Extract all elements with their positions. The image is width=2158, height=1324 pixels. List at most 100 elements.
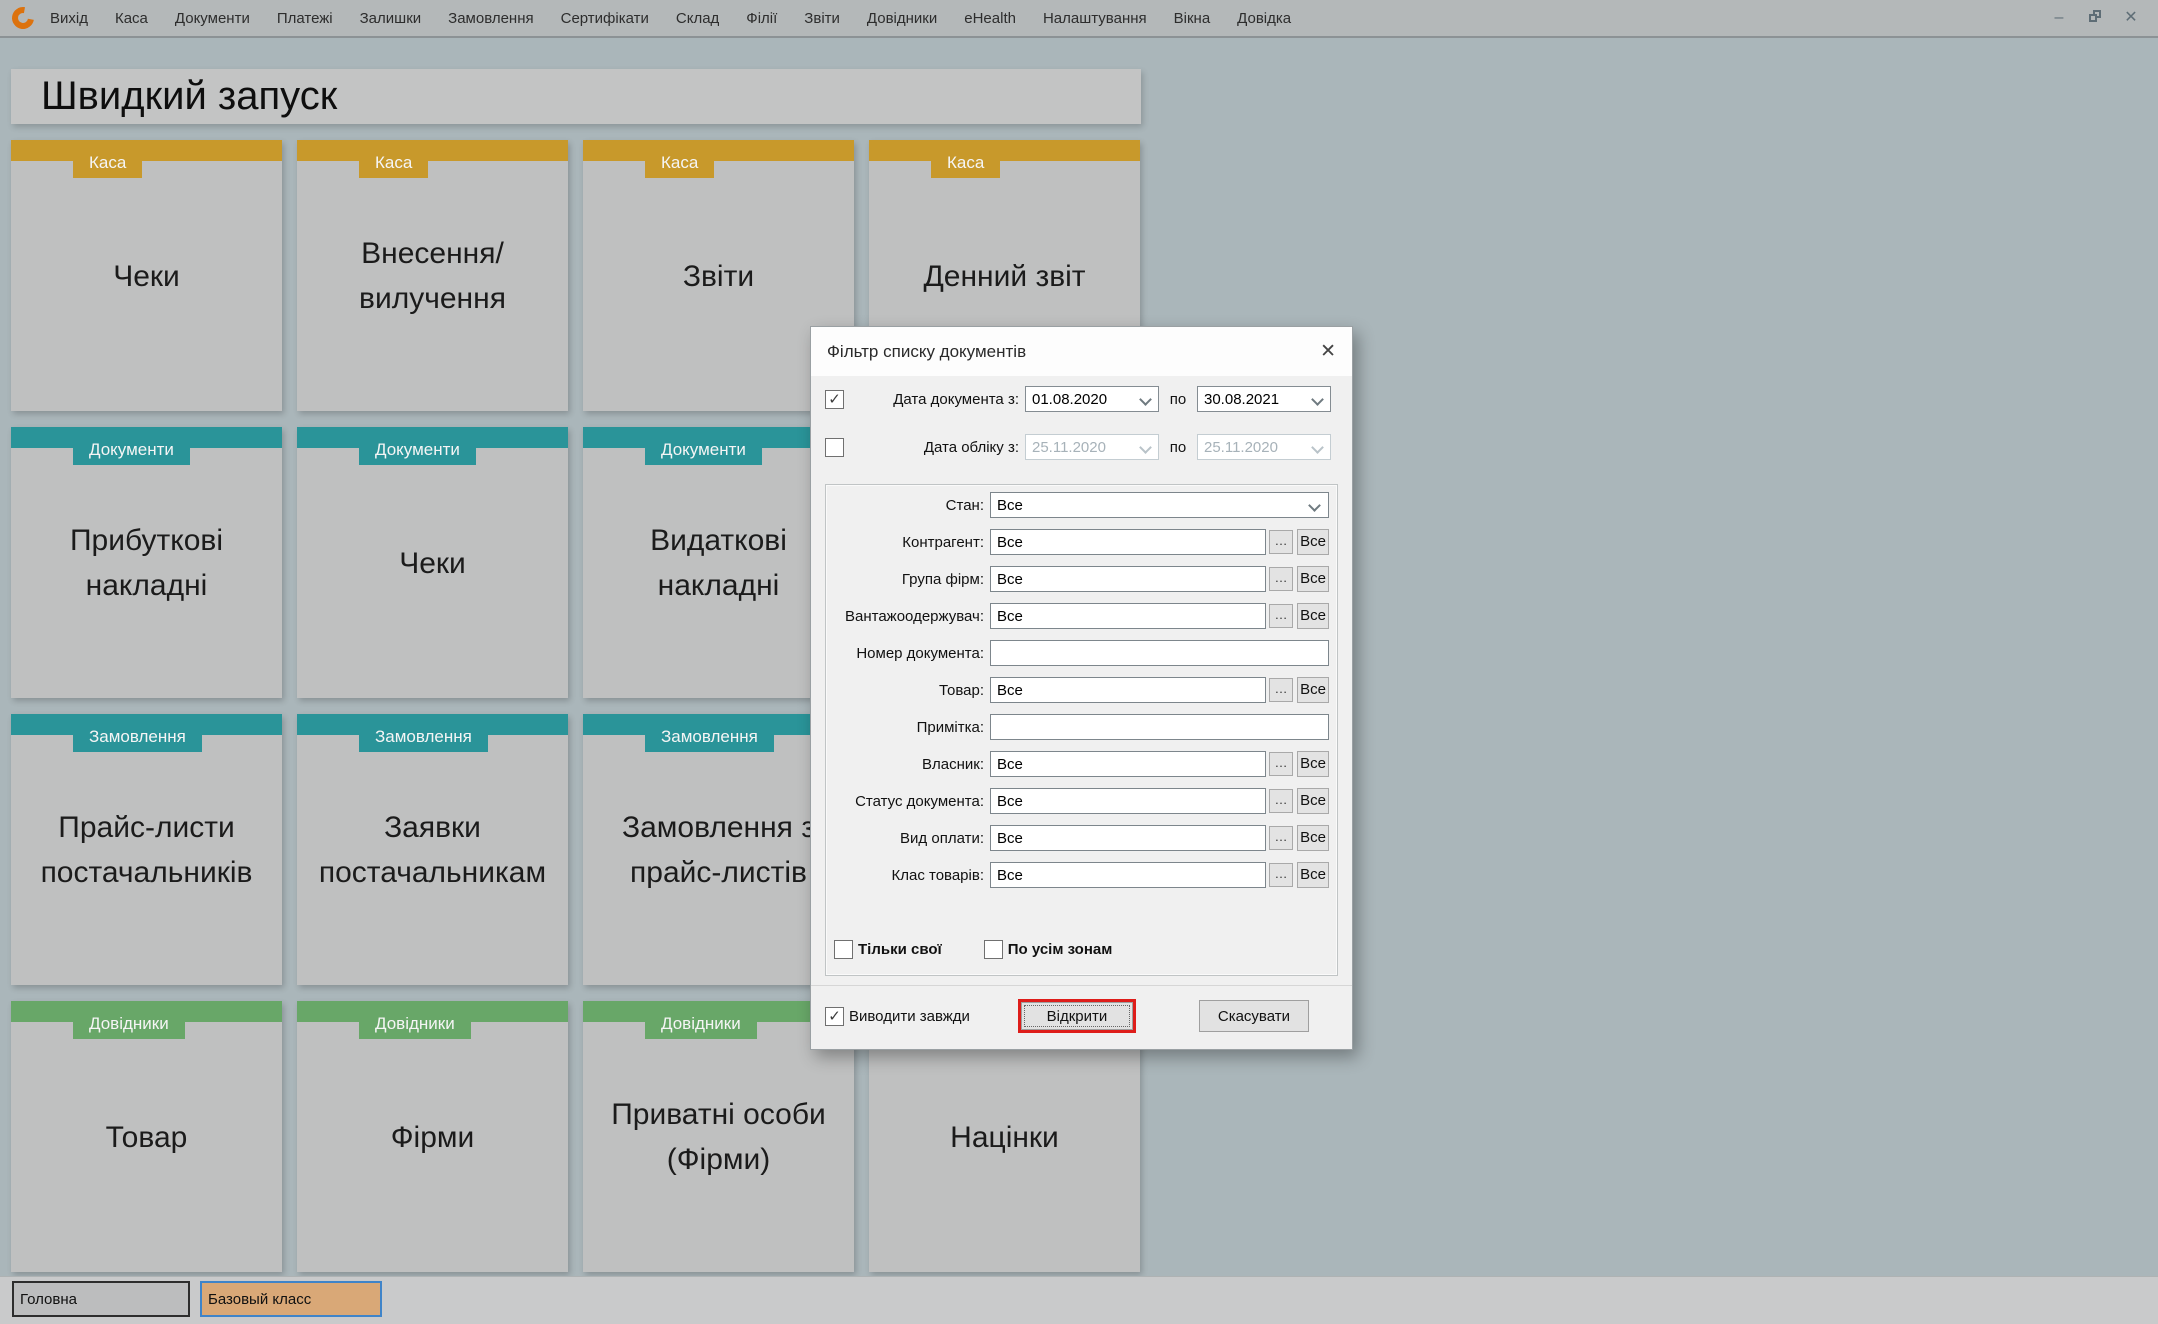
field-nomer-dokumenta-input[interactable] <box>990 640 1329 666</box>
field-kontragent-input[interactable]: Все <box>990 529 1266 555</box>
field-row: Група фірм: Все … Все <box>834 566 1329 592</box>
chevron-down-icon <box>1308 499 1321 512</box>
menu-bar: Вихід Каса Документи Платежі Залишки Зам… <box>0 0 2158 38</box>
field-vlasnyk-input[interactable]: Все <box>990 751 1266 777</box>
field-row: Клас товарів: Все … Все <box>834 862 1329 888</box>
field-grupa-firm-input[interactable]: Все <box>990 566 1266 592</box>
field-vyd-oplaty-input[interactable]: Все <box>990 825 1266 851</box>
field-prymitka-input[interactable] <box>990 714 1329 740</box>
date-account-row: Дата обліку з: 25.11.2020 по 25.11.2020 <box>825 434 1338 460</box>
tile-category-badge: Замовлення <box>359 722 488 752</box>
always-show-checkbox[interactable]: ✓ <box>825 1006 844 1026</box>
field-vyd-oplaty-browse-button[interactable]: … <box>1269 826 1293 850</box>
date-account-to-input[interactable]: 25.11.2020 <box>1197 434 1331 460</box>
tile-label: Приватні особи (Фірми) <box>611 1098 826 1176</box>
menu-branches[interactable]: Філії <box>746 10 777 27</box>
tile-dokumenty-prybutkovi-nakladni[interactable]: Документи Прибуткові накладні <box>11 427 282 698</box>
taskbar-tab-holovna[interactable]: Головна <box>12 1281 190 1317</box>
date-account-checkbox[interactable] <box>825 437 844 457</box>
open-button-highlight: Відкрити <box>1017 999 1136 1033</box>
dialog-titlebar[interactable]: Фільтр списку документів ✕ <box>811 327 1352 376</box>
field-kontragent-all-button[interactable]: Все <box>1297 529 1329 555</box>
field-status-dokumenta-browse-button[interactable]: … <box>1269 789 1293 813</box>
chevron-down-icon <box>1139 441 1152 454</box>
restore-button[interactable] <box>2084 9 2106 27</box>
field-status-dokumenta-input[interactable]: Все <box>990 788 1266 814</box>
quick-launch-title: Швидкий запуск <box>11 69 1141 124</box>
field-grupa-firm-label: Група фірм: <box>901 570 984 588</box>
dialog-title: Фільтр списку документів <box>827 341 1027 361</box>
field-vlasnyk-label: Власник: <box>922 755 984 773</box>
menu-references[interactable]: Довідники <box>867 10 937 27</box>
field-row: Вид оплати: Все … Все <box>834 825 1329 851</box>
field-kontragent-browse-button[interactable]: … <box>1269 530 1293 554</box>
menu-windows[interactable]: Вікна <box>1174 10 1211 27</box>
field-stan-label: Стан: <box>945 496 984 514</box>
field-vantazhooderzhuvach-input[interactable]: Все <box>990 603 1266 629</box>
taskbar: Головна Базовый класс <box>0 1276 2158 1324</box>
minimize-button[interactable]: – <box>2048 10 2070 26</box>
menu-exit[interactable]: Вихід <box>50 10 88 27</box>
close-icon: ✕ <box>1320 341 1336 362</box>
menu-ehealth[interactable]: eHealth <box>964 10 1016 27</box>
tile-category-badge: Замовлення <box>73 722 202 752</box>
menu-documents[interactable]: Документи <box>175 10 250 27</box>
checkmark-icon: ✓ <box>828 391 841 408</box>
menu-payments[interactable]: Платежі <box>277 10 333 27</box>
date-document-checkbox[interactable]: ✓ <box>825 389 844 409</box>
field-grupa-firm-browse-button[interactable]: … <box>1269 567 1293 591</box>
menu-help[interactable]: Довідка <box>1237 10 1291 27</box>
dialog-close-button[interactable]: ✕ <box>1320 342 1336 361</box>
cancel-button[interactable]: Скасувати <box>1198 1000 1309 1032</box>
date-document-to-input[interactable]: 30.08.2021 <box>1197 386 1331 412</box>
tile-category-strip: Замовлення <box>11 714 282 752</box>
field-grupa-firm-all-button[interactable]: Все <box>1297 566 1329 592</box>
tile-category-badge: Довідники <box>645 1009 757 1039</box>
tile-kasa-cheky[interactable]: Каса Чеки <box>11 140 282 411</box>
field-prymitka-label: Примітка: <box>916 718 984 736</box>
only-own-checkbox[interactable] <box>834 939 853 959</box>
tile-kasa-vnesennya-vyluchennya[interactable]: Каса Внесення/вилучення <box>297 140 568 411</box>
field-tovar-browse-button[interactable]: … <box>1269 678 1293 702</box>
date-account-from-input[interactable]: 25.11.2020 <box>1025 434 1159 460</box>
menu-stocks[interactable]: Залишки <box>360 10 422 27</box>
group-checkbox-row: Тільки свої По усім зонам <box>834 936 1329 962</box>
field-vantazhooderzhuvach-label: Вантажоодержувач: <box>845 607 984 625</box>
chevron-down-icon <box>1311 441 1324 454</box>
date-document-from-input[interactable]: 01.08.2020 <box>1025 386 1159 412</box>
menu-settings[interactable]: Налаштування <box>1043 10 1147 27</box>
close-button[interactable]: ✕ <box>2120 10 2142 26</box>
taskbar-tab-bazovyi-klass[interactable]: Базовый класс <box>200 1281 382 1317</box>
all-zones-checkbox[interactable] <box>983 939 1003 959</box>
field-vlasnyk-all-button[interactable]: Все <box>1297 751 1329 777</box>
field-klas-tovariv-input[interactable]: Все <box>990 862 1266 888</box>
field-klas-tovariv-all-button[interactable]: Все <box>1297 862 1329 888</box>
menu-orders[interactable]: Замовлення <box>448 10 533 27</box>
close-icon: ✕ <box>2124 9 2138 26</box>
menu-certificates[interactable]: Сертифікати <box>561 10 649 27</box>
field-klas-tovariv-browse-button[interactable]: … <box>1269 863 1293 887</box>
open-button[interactable]: Відкрити <box>1020 1002 1133 1030</box>
tile-zamovlennya-zayavky[interactable]: Замовлення Заявки постачальникам <box>297 714 568 985</box>
field-status-dokumenta-all-button[interactable]: Все <box>1297 788 1329 814</box>
field-tovar-input[interactable]: Все <box>990 677 1266 703</box>
tile-dovidnyky-tovar[interactable]: Довідники Товар <box>11 1001 282 1272</box>
menu-kasa[interactable]: Каса <box>115 10 148 27</box>
tile-zamovlennya-price-lists[interactable]: Замовлення Прайс-листи постачальників <box>11 714 282 985</box>
field-tovar-all-button[interactable]: Все <box>1297 677 1329 703</box>
field-vantazhooderzhuvach-browse-button[interactable]: … <box>1269 604 1293 628</box>
menu-reports[interactable]: Звіти <box>804 10 840 27</box>
menu-warehouse[interactable]: Склад <box>676 10 719 27</box>
checkmark-icon: ✓ <box>828 1008 841 1025</box>
field-stan-select[interactable]: Все <box>990 492 1329 518</box>
field-vlasnyk-browse-button[interactable]: … <box>1269 752 1293 776</box>
tile-dovidnyky-firmy[interactable]: Довідники Фірми <box>297 1001 568 1272</box>
tile-category-strip: Каса <box>869 140 1140 178</box>
field-vyd-oplaty-all-button[interactable]: Все <box>1297 825 1329 851</box>
tile-label: Прибуткові накладні <box>69 524 224 602</box>
field-vantazhooderzhuvach-all-button[interactable]: Все <box>1297 603 1329 629</box>
tile-dokumenty-cheky[interactable]: Документи Чеки <box>297 427 568 698</box>
app-logo-icon <box>7 2 39 34</box>
tile-label: Заявки постачальникам <box>318 811 547 889</box>
tile-label: Фірми <box>390 1120 475 1154</box>
